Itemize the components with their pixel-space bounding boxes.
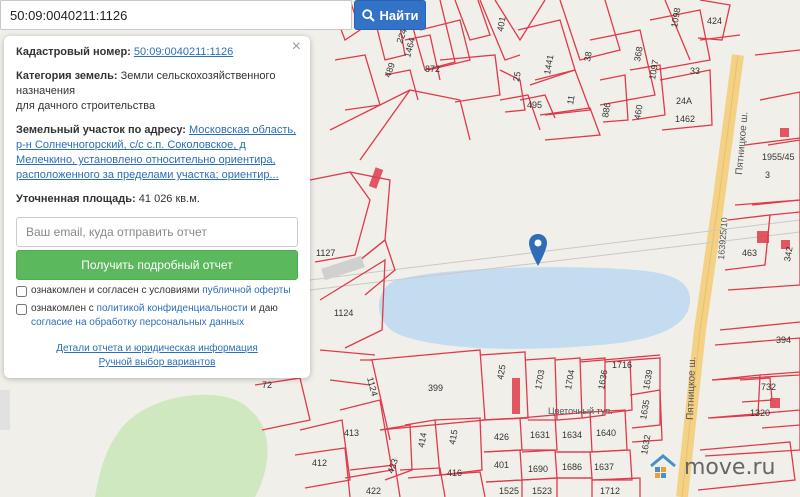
consent-offer: ознакомлен и согласен с условиями публич…	[16, 284, 298, 298]
cadastral-row: Кадастровый номер: 50:09:0040211:1126	[16, 45, 298, 60]
search-icon	[361, 8, 375, 22]
address-label: Земельный участок по адресу:	[16, 124, 186, 136]
parcel-label: 1686	[562, 462, 582, 472]
parcel-label: 1320	[750, 408, 770, 418]
report-details-link[interactable]: Детали отчета и юридическая информация	[56, 343, 258, 354]
consent-privacy-label: ознакомлен с	[31, 303, 97, 314]
parcel-label: 1690	[528, 464, 548, 474]
consent-privacy-text: ознакомлен с политикой конфиденциальност…	[31, 302, 298, 330]
parcel-label: 1640	[596, 428, 616, 438]
panel-footer-links: Детали отчета и юридическая информация Р…	[4, 342, 310, 370]
parcel-label: 1124	[334, 308, 353, 318]
email-field[interactable]	[16, 217, 298, 247]
cadastral-label: Кадастровый номер:	[16, 46, 131, 58]
parcel-label: 412	[312, 458, 327, 468]
parcel-label: 424	[707, 16, 722, 26]
parcel-label: 872	[425, 64, 440, 74]
parcel-label: 1716	[612, 360, 632, 370]
move-ru-logo: move.ru	[648, 452, 775, 482]
cadastral-link[interactable]: 50:09:0040211:1126	[134, 46, 233, 58]
search-button[interactable]: Найти	[354, 0, 426, 30]
parcel-label: 426	[494, 432, 509, 442]
consent-offer-label: ознакомлен и согласен с условиями	[31, 285, 203, 296]
category-label: Категория земель:	[16, 70, 118, 82]
consent-offer-text: ознакомлен и согласен с условиями публич…	[31, 284, 291, 298]
category-row: Категория земель: Земли сельскохозяйстве…	[16, 69, 298, 114]
parcel-label: 399	[428, 383, 443, 393]
address-row: Земельный участок по адресу: Московская …	[16, 123, 298, 183]
parcel-label: 1462	[675, 114, 695, 124]
parcel-label: 1637	[594, 462, 614, 472]
parcel-label: 3	[765, 170, 770, 180]
parcel-label: 1631	[530, 430, 550, 440]
logo-text: move.ru	[684, 454, 776, 480]
parcel-label: 72	[262, 380, 272, 390]
close-icon[interactable]: ×	[292, 39, 301, 55]
map-marker-icon[interactable]	[528, 233, 548, 267]
parcel-label: 1712	[600, 486, 620, 496]
public-offer-link[interactable]: публичной оферты	[202, 285, 290, 296]
parcel-label: 1634	[562, 430, 582, 440]
consent-privacy-label-b: и даю	[247, 303, 278, 314]
parcel-label: 11	[565, 94, 576, 105]
parcel-label: 24А	[676, 96, 692, 106]
parcel-label: 1127	[316, 248, 335, 258]
category-value-2: для дачного строительства	[16, 100, 156, 112]
road-label: Цветочный туп.	[548, 406, 613, 416]
parcel-label: 416	[447, 468, 462, 478]
parcel-label: 413	[344, 428, 359, 438]
parcel-label: 422	[366, 486, 381, 496]
lake	[378, 267, 690, 349]
parcel-label: 401	[494, 460, 509, 470]
get-report-button[interactable]: Получить подробный отчет	[16, 250, 298, 280]
parcel-label: 495	[527, 100, 542, 110]
area-row: Уточненная площадь: 41 026 кв.м.	[16, 192, 298, 207]
parcel-label: 463	[742, 248, 757, 258]
parcel-label: 732	[761, 382, 776, 392]
search-button-label: Найти	[379, 7, 419, 23]
manual-selection-link[interactable]: Ручной выбор вариантов	[99, 357, 216, 368]
parcel-label: 1525	[499, 486, 519, 496]
parcel-label: 394	[776, 335, 791, 345]
parcel-label: 1523	[532, 486, 552, 496]
parcel-label: 38	[582, 51, 594, 63]
house-logo-icon	[650, 454, 676, 478]
parcel-label: 1955/45	[762, 152, 795, 162]
parcel-label: 33	[690, 66, 700, 76]
search-input[interactable]	[0, 0, 352, 30]
area-value: 41 026 кв.м.	[138, 193, 200, 205]
parcel-info-panel: × Кадастровый номер: 50:09:0040211:1126 …	[4, 36, 310, 378]
data-consent-link[interactable]: согласие на обработку персональных данны…	[31, 317, 244, 328]
privacy-policy-link[interactable]: политикой конфиденциальности	[97, 303, 248, 314]
consent-offer-checkbox[interactable]	[16, 286, 27, 297]
parcel-label: 25	[511, 71, 523, 83]
consent-privacy-checkbox[interactable]	[16, 304, 27, 315]
consent-privacy: ознакомлен с политикой конфиденциальност…	[16, 302, 298, 330]
area-label: Уточненная площадь:	[16, 193, 136, 205]
road-label: Пятницкое ш.	[685, 357, 698, 421]
